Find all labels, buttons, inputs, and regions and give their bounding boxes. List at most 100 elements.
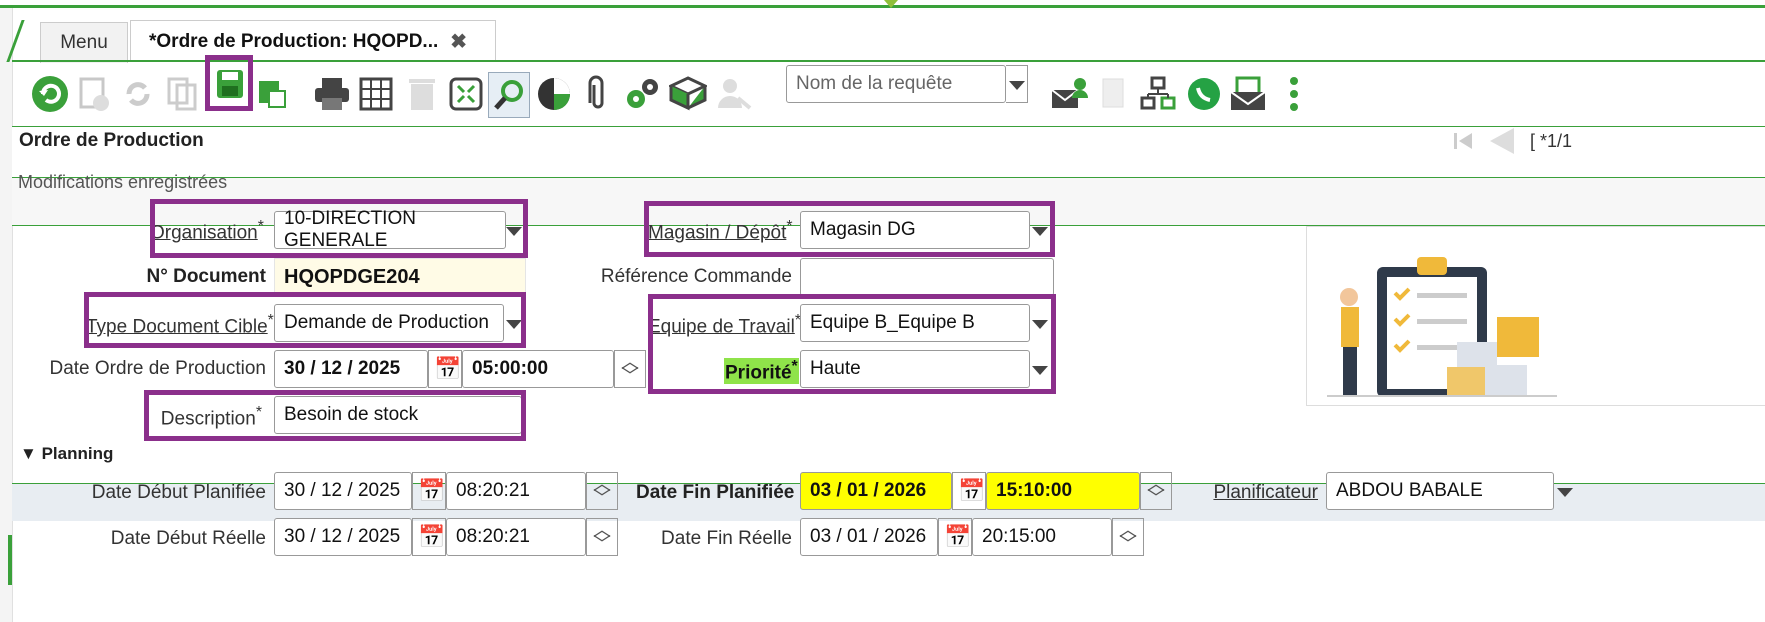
time-fin-reelle-input[interactable]: 20:15:00: [972, 518, 1112, 556]
date-debut-reelle-calendar-button[interactable]: 📅: [412, 518, 446, 556]
highlight-description: [144, 390, 526, 441]
chart-icon[interactable]: [534, 72, 574, 116]
hierarchy-icon[interactable]: [1138, 72, 1178, 116]
time-fin-planifiee-input[interactable]: 15:10:00: [986, 472, 1140, 510]
date-fin-reelle-label: Date Fin Réelle: [661, 528, 792, 549]
new-record-icon[interactable]: [74, 72, 114, 116]
save-new-icon[interactable]: [252, 72, 292, 116]
tab-menu[interactable]: Menu: [40, 22, 128, 63]
tab-production-order[interactable]: *Ordre de Production: HQOPD... ✖: [130, 20, 496, 62]
date-op-label: Date Ordre de Production: [49, 358, 266, 379]
zoom-search-icon[interactable]: [488, 72, 530, 118]
reference-label: Référence Commande: [600, 266, 792, 287]
chevron-down-icon: ﹀: [1147, 488, 1165, 508]
chevron-down-icon: ﹀: [593, 534, 611, 554]
chevron-down-icon: ﹀: [1119, 534, 1137, 554]
user-disabled-icon[interactable]: [714, 72, 754, 116]
time-debut-planifiee-spinner[interactable]: ︿ ﹀: [586, 472, 618, 510]
more-vertical-icon[interactable]: [1274, 72, 1314, 116]
query-dropdown-button[interactable]: [1006, 65, 1028, 103]
clipboard-worker-illustration: [1327, 257, 1557, 397]
date-debut-reelle-value: 30 / 12 / 2025: [284, 526, 401, 547]
time-fin-reelle-spinner[interactable]: ︿ ﹀: [1112, 518, 1144, 556]
chevron-down-icon[interactable]: [1557, 488, 1573, 497]
page-title: Ordre de Production: [19, 130, 204, 151]
time-debut-planifiee-value: 08:20:21: [456, 480, 530, 501]
calendar-icon: 📅: [418, 524, 446, 549]
document-number-label: N° Document: [146, 266, 267, 287]
calendar-icon: 📅: [418, 478, 446, 503]
chevron-down-icon: ﹀: [593, 488, 611, 508]
illustration-panel: [1306, 226, 1765, 406]
time-debut-reelle-value: 08:20:21: [456, 526, 530, 547]
save-button[interactable]: [205, 55, 253, 111]
attachment-icon[interactable]: [578, 72, 618, 116]
calendar-icon: 📅: [944, 524, 972, 549]
whatsapp-icon[interactable]: [1184, 72, 1224, 116]
highlight-type-document: [84, 292, 526, 348]
planificateur-select[interactable]: ABDOU BABALE: [1326, 472, 1554, 510]
time-op-spinner[interactable]: ︿ ﹀: [614, 350, 646, 388]
calendar-icon: 📅: [958, 478, 986, 503]
query-name-input[interactable]: Nom de la requête: [786, 65, 1006, 103]
email-report-icon[interactable]: [1228, 72, 1268, 116]
date-fin-reelle-calendar-button[interactable]: 📅: [938, 518, 972, 556]
highlight-equipe-priorite: [648, 294, 1056, 394]
date-debut-planifiee-value: 30 / 12 / 2025: [284, 480, 401, 501]
caret-down-icon: ▼: [20, 444, 37, 463]
tab-menu-label: Menu: [60, 32, 108, 53]
document-number-value: HQOPDGE204: [274, 258, 526, 296]
tab-production-order-label: *Ordre de Production: HQOPD...: [149, 30, 439, 52]
date-debut-reelle-input[interactable]: 30 / 12 / 2025: [274, 518, 412, 556]
delete-icon[interactable]: [402, 72, 442, 116]
previous-record-icon[interactable]: [1488, 126, 1516, 161]
highlight-magasin: [644, 201, 1055, 257]
record-counter: [ *1/1: [1530, 131, 1573, 151]
date-fin-planifiee-value: 03 / 01 / 2026: [810, 480, 927, 501]
date-op-calendar-button[interactable]: 📅: [428, 350, 462, 388]
time-debut-planifiee-input[interactable]: 08:20:21: [446, 472, 586, 510]
date-fin-planifiee-input[interactable]: 03 / 01 / 2026: [800, 472, 952, 510]
package-icon[interactable]: [668, 72, 708, 116]
chevron-down-icon: ﹀: [621, 366, 639, 386]
close-tab-icon[interactable]: ✖: [450, 29, 467, 54]
undo-icon[interactable]: [30, 72, 70, 116]
time-debut-reelle-spinner[interactable]: ︿ ﹀: [586, 518, 618, 556]
status-message: Modifications enregistrées: [18, 172, 228, 192]
highlight-organisation: [150, 199, 528, 258]
date-debut-planifiee-input[interactable]: 30 / 12 / 2025: [274, 472, 412, 510]
settings-icon[interactable]: [622, 72, 662, 116]
top-marker: [884, 0, 898, 8]
first-record-icon[interactable]: [1452, 130, 1474, 157]
date-fin-reelle-input[interactable]: 03 / 01 / 2026: [800, 518, 938, 556]
date-debut-reelle-label: Date Début Réelle: [110, 528, 266, 549]
planning-title: Planning: [41, 444, 114, 463]
time-op-value: 05:00:00: [472, 358, 549, 379]
print-icon[interactable]: [312, 72, 352, 116]
save-icon: [217, 70, 243, 98]
planificateur-label: Planificateur: [1213, 482, 1318, 503]
date-op-input[interactable]: 30 / 12 / 2025: [274, 350, 428, 388]
planning-toggle[interactable]: ▼ Planning: [20, 444, 113, 464]
reference-input[interactable]: [800, 258, 1054, 296]
document-disabled-icon[interactable]: [1094, 72, 1134, 116]
planificateur-value: ABDOU BABALE: [1336, 480, 1483, 501]
date-fin-reelle-value: 03 / 01 / 2026: [810, 526, 927, 547]
left-rail: [0, 8, 13, 622]
calendar-icon: 📅: [434, 356, 462, 381]
time-fin-reelle-value: 20:15:00: [982, 526, 1056, 547]
date-debut-planifiee-calendar-button[interactable]: 📅: [412, 472, 446, 510]
time-fin-planifiee-value: 15:10:00: [996, 480, 1073, 501]
time-op-input[interactable]: 05:00:00: [462, 350, 614, 388]
date-fin-planifiee-label: Date Fin Planifiée: [636, 482, 795, 503]
expand-icon[interactable]: [446, 72, 486, 116]
query-name-placeholder: Nom de la requête: [796, 73, 953, 94]
refresh-icon[interactable]: [118, 72, 158, 116]
date-debut-planifiee-label: Date Début Planifiée: [91, 482, 266, 503]
send-mail-user-icon[interactable]: [1050, 72, 1090, 116]
grid-icon[interactable]: [356, 72, 396, 116]
time-debut-reelle-input[interactable]: 08:20:21: [446, 518, 586, 556]
time-fin-planifiee-spinner[interactable]: ︿ ﹀: [1140, 472, 1172, 510]
date-fin-planifiee-calendar-button[interactable]: 📅: [952, 472, 986, 510]
copy-record-icon[interactable]: [162, 72, 202, 116]
